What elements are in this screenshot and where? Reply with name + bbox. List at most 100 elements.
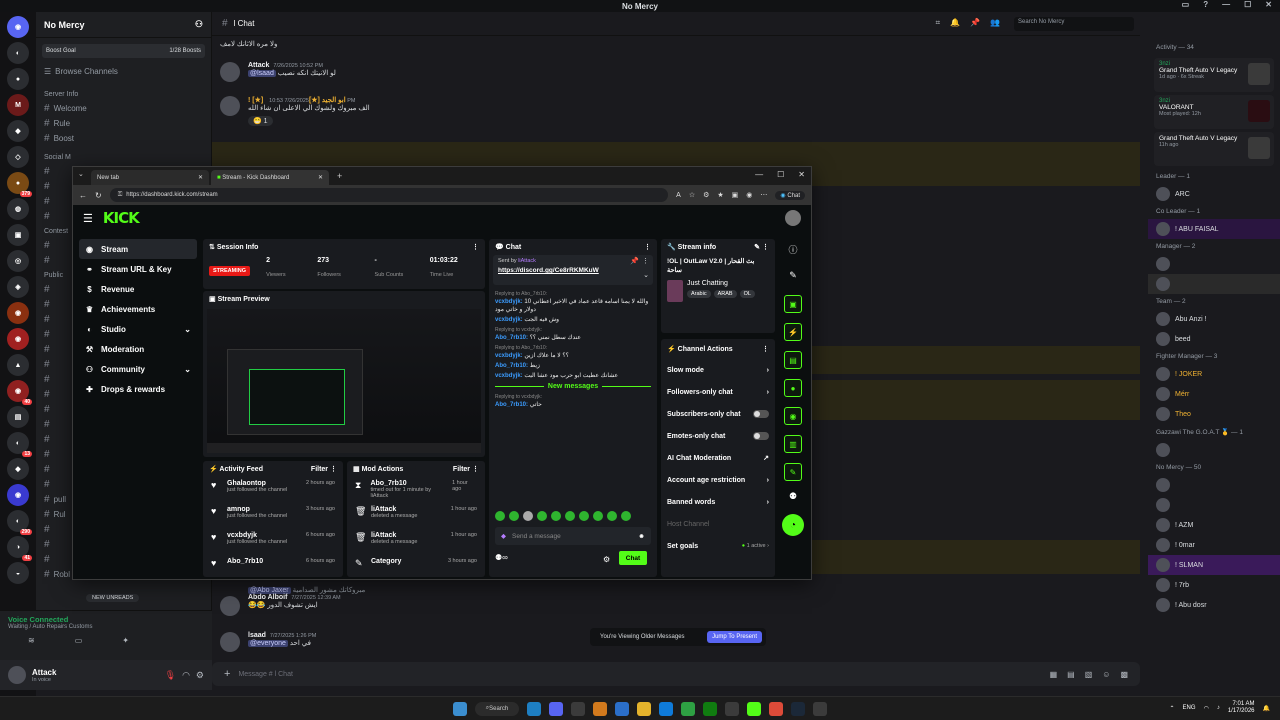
server-icon[interactable]: ◉: [7, 484, 29, 506]
emote-icon[interactable]: [495, 511, 505, 521]
mod-row[interactable]: ✎ Category 3 hours ago: [347, 555, 485, 577]
help-icon[interactable]: ?: [1203, 0, 1208, 9]
pin-icon[interactable]: 📌: [970, 18, 980, 28]
favorites-icon[interactable]: ★: [717, 191, 723, 199]
member-item[interactable]: Abu Anzi !: [1148, 309, 1280, 329]
emote-icon[interactable]: [523, 511, 533, 521]
maximize-button[interactable]: ☐: [777, 170, 784, 179]
channel-item[interactable]: # Rule: [36, 116, 211, 131]
nav-revenue[interactable]: $ Revenue: [79, 279, 197, 299]
start-icon[interactable]: [453, 701, 467, 716]
chat-message[interactable]: vcxbdyjk: وش فيه الجت: [489, 315, 657, 325]
jump-to-present-button[interactable]: Jump To Present: [707, 631, 762, 643]
server-icon[interactable]: M: [7, 94, 29, 116]
emote-icon[interactable]: [537, 511, 547, 521]
server-icon[interactable]: ◑ 41: [7, 536, 32, 561]
server-icon[interactable]: ◐ 13: [7, 432, 32, 457]
emote-icon[interactable]: [621, 511, 631, 521]
member-item[interactable]: ! AZM: [1148, 515, 1280, 535]
new-tab-button[interactable]: +: [337, 171, 342, 181]
action-followers-only[interactable]: Followers-only chat ›: [661, 381, 775, 403]
mention[interactable]: @lsaad: [248, 70, 276, 77]
avatar[interactable]: [220, 596, 240, 616]
app-icon[interactable]: [681, 701, 695, 716]
app-icon[interactable]: [593, 701, 607, 716]
more-icon[interactable]: ⋯: [760, 191, 767, 199]
chat-user[interactable]: Abo_7rb10:: [495, 402, 528, 408]
server-icon[interactable]: ◈: [7, 276, 29, 298]
pin-icon[interactable]: 📌: [630, 257, 639, 265]
mod-row[interactable]: 🗑 liAttack deleted a message 1 hour ago: [347, 503, 485, 529]
server-icon[interactable]: ●: [7, 68, 29, 90]
reaction[interactable]: 😁 1: [248, 116, 273, 126]
app-icon[interactable]: [615, 701, 629, 716]
minimize-button[interactable]: —: [755, 170, 763, 179]
edit-icon[interactable]: ✎: [754, 244, 760, 251]
stream-preview-video[interactable]: [207, 309, 481, 453]
maximize-button[interactable]: ☐: [1244, 0, 1251, 9]
server-header[interactable]: No Mercy ⚇: [36, 12, 211, 38]
member-item[interactable]: ARC: [1148, 184, 1280, 204]
steam-icon[interactable]: [791, 701, 805, 716]
lightning-icon[interactable]: ⚡: [784, 323, 802, 341]
chat-user[interactable]: vcxbdyjk:: [495, 317, 523, 323]
action-banned-words[interactable]: Banned words ›: [661, 491, 775, 513]
tag[interactable]: ARAB: [713, 290, 737, 298]
chrome-icon[interactable]: [769, 701, 783, 716]
mute-icon[interactable]: 🎙: [165, 670, 176, 681]
support-chat-icon[interactable]: ◔: [782, 514, 804, 536]
chat-message[interactable]: Replying to Abo_7rb10: vcxbdyjk: ؟؟ لا ما…: [489, 343, 657, 361]
emote-icon[interactable]: [607, 511, 617, 521]
message[interactable]: @Abo Jaxer مبروكاتك مشور الصدامية Abdo A…: [220, 586, 1120, 616]
mod-row[interactable]: 🗑 liAttack deleted a message 1 hour ago: [347, 529, 485, 555]
more-icon[interactable]: ⋮: [642, 257, 649, 265]
apps-icon[interactable]: ▩: [1120, 670, 1128, 679]
more-icon[interactable]: ⋮: [472, 466, 479, 473]
boost-goal-bar[interactable]: Boost Goal 1/28 Boosts: [42, 44, 205, 58]
message-author[interactable]: Attack: [248, 62, 269, 69]
more-tools-icon[interactable]: ⚉: [779, 491, 807, 502]
action-emotes-only[interactable]: Emotes-only chat: [661, 425, 775, 447]
channel-item[interactable]: # Boost: [36, 131, 211, 146]
nav-stream-url-key[interactable]: ⚭ Stream URL & Key: [79, 259, 197, 279]
app-icon[interactable]: [725, 701, 739, 716]
reply-reference[interactable]: @Abo Jaxer: [248, 587, 291, 594]
favorite-icon[interactable]: ☆: [689, 191, 695, 199]
server-icon[interactable]: ◆: [7, 458, 29, 480]
screen-share-icon[interactable]: ▭: [75, 636, 83, 645]
chat-message[interactable]: Replying to vcxbdyjk: Abo_7rb10: عندك سطل…: [489, 325, 657, 343]
chat-user[interactable]: Abo_7rb10:: [495, 335, 528, 341]
member-item[interactable]: ! 7rb: [1148, 575, 1280, 595]
copilot-chat-button[interactable]: ◉ Chat: [775, 190, 805, 200]
hamburger-menu-icon[interactable]: ☰: [83, 212, 93, 225]
member-item[interactable]: [1148, 495, 1280, 515]
sticker-icon[interactable]: ▧: [1085, 670, 1093, 679]
category-name[interactable]: Just Chatting: [687, 280, 755, 287]
clipboard-icon[interactable]: ▤: [784, 351, 802, 369]
more-icon[interactable]: ⋮: [330, 466, 337, 473]
subscribers-only-toggle[interactable]: [753, 410, 769, 418]
action-subscribers-only[interactable]: Subscribers-only chat: [661, 403, 775, 425]
emote-icon[interactable]: [565, 511, 575, 521]
message[interactable]: ولا مره الاثانك لامف: [220, 40, 1120, 48]
kick-logo[interactable]: KICK: [103, 209, 140, 227]
browse-channels-item[interactable]: ☰ Browse Channels: [36, 64, 211, 79]
member-item[interactable]: ! SLMAN: [1148, 555, 1280, 575]
chat-message[interactable]: Abo_7rb10: زيط: [489, 361, 657, 371]
tag[interactable]: OL: [739, 290, 755, 298]
member-item[interactable]: ! ABU FAISAL: [1148, 219, 1280, 239]
wifi-icon[interactable]: ◠: [1204, 705, 1209, 712]
filter-button[interactable]: Filter: [311, 466, 328, 473]
mention[interactable]: @everyone: [248, 640, 288, 647]
emoji-icon[interactable]: ☻: [638, 533, 645, 540]
read-aloud-icon[interactable]: A: [676, 192, 681, 199]
more-icon[interactable]: ⋮: [762, 244, 769, 251]
members-icon[interactable]: 👥: [990, 18, 1000, 28]
category-server-info[interactable]: Server Info: [36, 87, 211, 101]
clock[interactable]: 7:01 AM 1/17/2026: [1228, 701, 1255, 715]
avatar[interactable]: [220, 96, 240, 116]
info-icon[interactable]: ⓘ: [779, 243, 807, 256]
emote-icon[interactable]: [579, 511, 589, 521]
edit-icon[interactable]: ✎: [779, 270, 807, 281]
server-icon[interactable]: ▤: [7, 406, 29, 428]
